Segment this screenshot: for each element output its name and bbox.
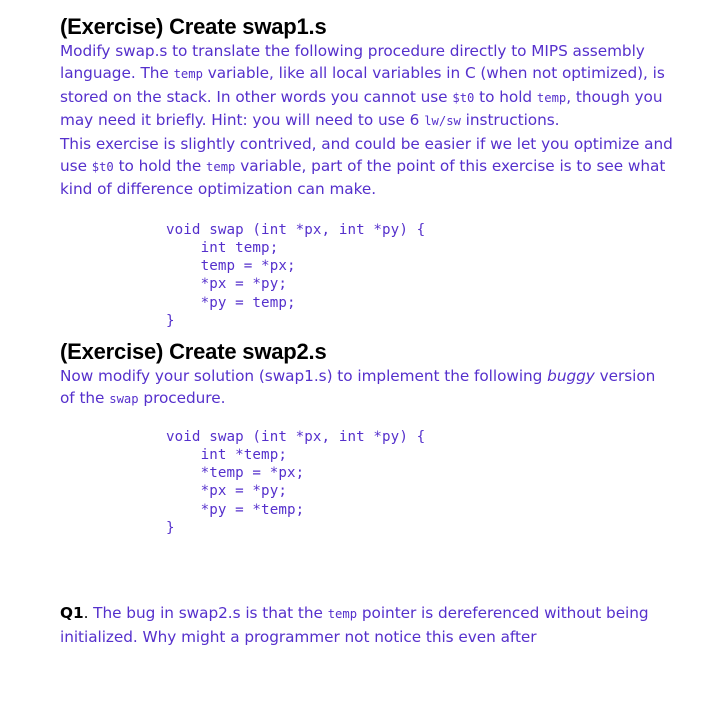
question-label: Q1 [60,604,84,623]
section-heading-swap1: (Exercise) Create swap1.s [60,14,327,39]
section-heading-swap2: (Exercise) Create swap2.s [60,339,327,365]
code-block-swap1: void swap (int *px, int *py) { int temp;… [166,221,426,329]
paragraph-swap1-note: This exercise is slightly contrived, and… [60,133,674,201]
text-run: to hold [474,87,537,106]
code-block-swap2: void swap (int *px, int *py) { int *temp… [166,428,426,536]
inline-code: temp [206,160,236,175]
text-run: procedure. [138,389,226,408]
inline-code: temp [536,90,567,105]
document-page: (Exercise) Create swap1.s Modify swap.s … [0,0,716,720]
inline-code: $t0 [452,90,475,105]
question-body: The bug in swap2.s is that the temp poin… [60,604,649,645]
inline-code: temp [173,67,203,82]
inline-code: $t0 [91,160,114,175]
inline-code: swap [109,392,139,407]
paragraph-swap1-intro: Modify swap.s to translate the following… [60,40,674,133]
text-run: The bug in swap2.s is that the [88,604,328,623]
text-run: Now modify your solution (swap1.s) to im… [60,367,548,386]
text-run: instructions. [460,111,560,130]
text-run: to hold the [113,157,207,176]
inline-code: lw/sw [424,114,461,129]
emphasis-text: buggy [547,367,595,386]
question-q1: Q1. The bug in swap2.s is that the temp … [60,602,674,648]
inline-code: temp [327,607,358,622]
paragraph-swap2-intro: Now modify your solution (swap1.s) to im… [60,365,674,411]
